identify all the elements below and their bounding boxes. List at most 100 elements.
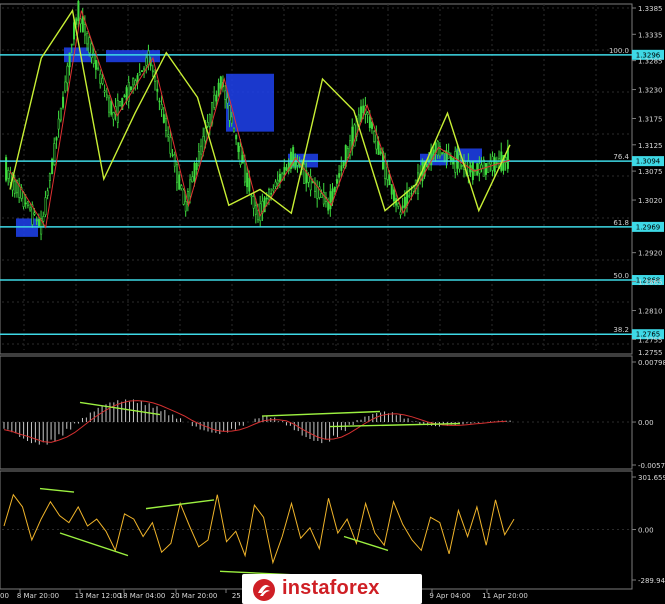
- candle-body: [208, 114, 211, 127]
- candle-body: [86, 33, 89, 45]
- candle-body: [285, 167, 288, 171]
- candle-body: [276, 179, 279, 185]
- fib-level-value: 1.2969: [636, 223, 661, 231]
- candle-body: [274, 181, 277, 187]
- fib-level-pct: 50.0: [613, 272, 629, 280]
- candle-body: [44, 197, 47, 216]
- candle-body: [62, 96, 65, 108]
- candle-body: [160, 104, 163, 110]
- price-tick-label: 1.3385: [638, 5, 663, 13]
- candle-body: [338, 173, 341, 178]
- candle-body: [408, 195, 411, 197]
- macd-tick-label: 0.00798: [638, 359, 665, 367]
- candle-body: [329, 191, 332, 210]
- candle-body: [226, 97, 229, 104]
- candle-body: [246, 172, 249, 188]
- price-tick-label: 1.3125: [638, 142, 663, 150]
- candle-body: [132, 78, 135, 86]
- candle-body: [140, 70, 143, 73]
- candle-body: [248, 177, 251, 192]
- price-tick-label: 1.2865: [638, 279, 663, 287]
- candle-body: [112, 112, 115, 120]
- candle-body: [375, 134, 378, 150]
- candle-body: [7, 170, 10, 179]
- candle-body: [478, 163, 481, 174]
- candle-body: [64, 81, 67, 92]
- candle-body: [224, 90, 227, 100]
- candle-body: [206, 121, 209, 127]
- time-tick-label-left: 00: [0, 592, 9, 600]
- candle-body: [110, 100, 113, 115]
- candle-body: [454, 151, 457, 173]
- candle-body: [178, 174, 181, 190]
- candle-body: [184, 201, 187, 212]
- candle-body: [373, 131, 376, 142]
- candle-body: [403, 196, 406, 208]
- candle-body: [460, 165, 463, 167]
- candle-body: [230, 116, 233, 124]
- candle-body: [143, 67, 146, 70]
- candle-body: [119, 101, 122, 106]
- candle-body: [70, 43, 73, 46]
- candle-body: [13, 180, 16, 194]
- candle-body: [130, 86, 133, 91]
- candle-body: [162, 114, 165, 123]
- candle-body: [42, 216, 45, 222]
- instaforex-logo-icon: [253, 579, 275, 601]
- time-tick-label: 8 Mar 20:00: [17, 592, 59, 600]
- candle-body: [77, 1, 80, 22]
- price-tick-label: 1.3020: [638, 197, 663, 205]
- candle-body: [134, 80, 137, 86]
- candle-body: [340, 165, 343, 171]
- candle-body: [193, 162, 196, 182]
- price-tick-label: 1.2920: [638, 250, 663, 258]
- candle-body: [217, 82, 220, 95]
- trading-chart: 100.01.329676.41.309461.81.296950.01.286…: [0, 0, 665, 604]
- candle-body: [191, 176, 194, 183]
- candle-body: [316, 186, 319, 199]
- candle-body: [252, 196, 255, 209]
- osc-tick-label: 301.6597: [638, 474, 665, 482]
- price-tick-label: 1.3230: [638, 87, 663, 95]
- osc-tick-label: 0.00: [638, 527, 654, 535]
- price-tick-label: 1.3175: [638, 115, 663, 123]
- candle-body: [75, 18, 78, 25]
- price-tick-label: 1.3285: [638, 58, 663, 66]
- candle-body: [241, 155, 244, 164]
- candle-body: [268, 189, 271, 201]
- candle-body: [219, 76, 222, 89]
- candle-body: [296, 161, 299, 166]
- candle-body: [169, 137, 172, 154]
- macd-tick-label: 0.00: [638, 419, 654, 427]
- candle-body: [333, 186, 336, 192]
- candle-body: [235, 135, 238, 140]
- candle-body: [491, 156, 494, 171]
- candle-body: [399, 211, 402, 216]
- candle-body: [283, 166, 286, 175]
- candle-body: [33, 212, 36, 215]
- candle-body: [384, 161, 387, 179]
- candle-body: [254, 205, 257, 215]
- candle-body: [243, 160, 246, 183]
- fib-level-value: 1.3094: [636, 158, 661, 166]
- candle-body: [392, 189, 395, 202]
- candle-body: [204, 127, 207, 142]
- candle-body: [250, 195, 253, 197]
- candle-body: [259, 203, 262, 222]
- candle-body: [151, 70, 154, 73]
- candle-body: [377, 140, 380, 155]
- candle-body: [195, 163, 198, 170]
- fib-level-pct: 61.8: [613, 219, 629, 227]
- candle-body: [410, 192, 413, 195]
- candle-body: [59, 107, 62, 121]
- candle-body: [484, 163, 487, 175]
- candle-body: [138, 72, 141, 76]
- price-tick-label: 1.2810: [638, 308, 663, 316]
- candle-body: [9, 172, 12, 183]
- candle-body: [182, 189, 185, 205]
- candle-body: [57, 118, 60, 130]
- candle-body: [125, 87, 128, 101]
- candle-body: [366, 112, 369, 115]
- candle-body: [167, 134, 170, 137]
- candle-body: [158, 100, 161, 103]
